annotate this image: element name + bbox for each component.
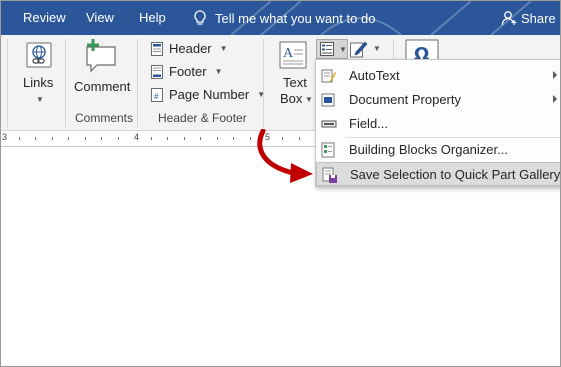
building-blocks-icon [321,142,335,158]
autotext-icon [321,69,336,83]
ruler-tick [52,137,53,140]
text-box-icon: A [279,41,307,69]
globe-link-icon [26,42,52,68]
chevron-down-icon: ▼ [36,95,44,104]
menu-item-label: Document Property [349,92,461,107]
ruler-tick [19,137,20,140]
menu-item-document-property[interactable]: Document Property [316,88,560,112]
ribbon-divider [7,39,8,127]
ruler-tick [184,137,185,140]
chevron-down-icon: ▼ [214,67,223,76]
submenu-arrow-icon [553,95,557,103]
header-label: Header [169,41,212,56]
person-add-icon [501,11,517,26]
ruler-tick [233,137,234,140]
menu-item-label: AutoText [349,68,400,83]
ruler-number: 3 [2,132,8,142]
share-label: Share [521,10,556,26]
ribbon-divider [263,39,264,127]
svg-text:#: # [154,92,159,101]
header-footer-group-label: Header & Footer [158,111,247,125]
menu-item-label: Field... [349,116,389,131]
comment-button[interactable]: Comment [71,39,131,99]
quick-parts-icon [320,42,334,56]
chevron-down-icon: ▼ [339,45,347,54]
signature-line-button[interactable]: ▼ [350,40,381,58]
ruler-number: 4 [134,132,140,142]
page-number-label: Page Number [169,87,250,102]
submenu-arrow-icon [553,71,557,79]
tab-view[interactable]: View [86,10,114,25]
lightbulb-icon [194,10,206,25]
header-icon [151,41,163,56]
quick-parts-menu: AutoText Document Property Field... Buil… [315,59,561,187]
chevron-down-icon: ▼ [373,44,381,53]
menu-item-building-blocks-organizer[interactable]: Building Blocks Organizer... [316,138,560,162]
ruler-tick [151,137,152,140]
text-label: Text [283,75,307,90]
ruler-tick [101,137,102,140]
comments-group-label: Comments [75,111,134,125]
ruler-tick [167,137,168,140]
ruler-tick [217,137,218,140]
new-comment-icon [86,39,116,73]
menu-item-label: Building Blocks Organizer... [349,142,508,157]
box-label: Box [280,91,303,106]
chevron-down-icon: ▼ [305,95,313,104]
footer-icon [151,64,163,79]
ribbon-divider [65,39,66,127]
ruler-tick [118,137,119,140]
menu-item-label: Save Selection to Quick Part Gallery... [350,167,561,182]
word-window: Review View Help Tell me what you want t… [0,0,561,367]
svg-text:A: A [283,46,294,61]
ribbon-divider [137,39,138,127]
chevron-down-icon: ▼ [219,44,228,53]
comment-label: Comment [74,79,131,94]
text-box-button[interactable]: A Text Box ▼ [275,41,313,107]
tell-me-text: Tell me what you want to do [215,10,376,26]
menu-item-save-selection-to-gallery[interactable]: Save Selection to Quick Part Gallery... [316,162,561,186]
menu-item-autotext[interactable]: AutoText [316,64,560,88]
page-number-button[interactable]: # Page Number ▼ [151,87,265,102]
save-to-gallery-icon [322,167,337,183]
ruler-tick [68,137,69,140]
footer-label: Footer [169,64,207,79]
field-icon [321,120,337,128]
signature-pen-icon [350,41,368,58]
links-label: Links [23,75,54,90]
ruler-tick [85,137,86,140]
page-number-icon: # [151,87,163,102]
quick-parts-button[interactable]: ▼ [316,39,348,59]
links-button[interactable]: Links ▼ [15,39,61,109]
footer-button[interactable]: Footer ▼ [151,64,223,79]
menu-item-field[interactable]: Field... [316,112,560,136]
document-property-icon [321,93,335,107]
ruler-tick [200,137,201,140]
tell-me-search[interactable]: Tell me what you want to do [193,10,375,26]
red-pointer-arrow-icon [257,129,313,183]
header-button[interactable]: Header ▼ [151,41,228,56]
ruler-tick [35,137,36,140]
share-button[interactable]: Share [501,10,556,26]
ribbon-tab-bar: Review View Help Tell me what you want t… [1,1,560,35]
tab-review[interactable]: Review [23,10,66,25]
tab-help[interactable]: Help [139,10,166,25]
